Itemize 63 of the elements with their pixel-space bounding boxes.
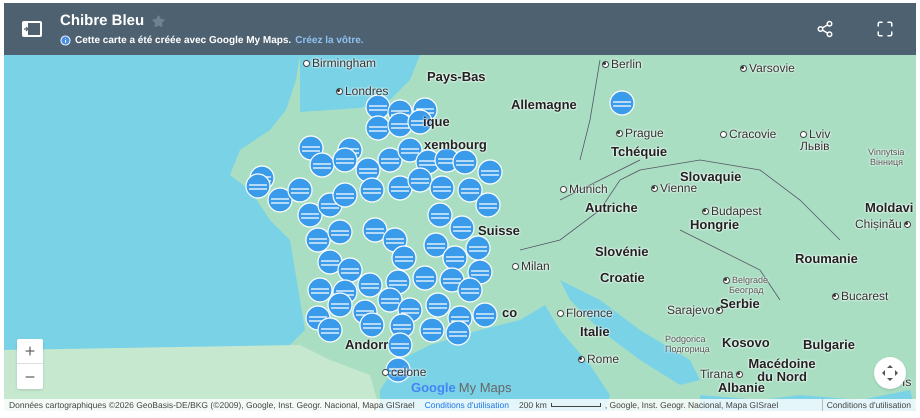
- city-label: Budapest: [711, 205, 762, 217]
- attribution-text: Données cartographiques ©2026 GeoBasis-DE/BKG (©2009), Google, Inst. Geogr. Nacional, Mapa GISrael: [9, 398, 415, 411]
- country-label: xembourg: [424, 138, 487, 151]
- city-label: Львів: [800, 140, 830, 152]
- city-label: Vienne: [660, 182, 698, 194]
- city-label: Lviv: [809, 128, 830, 140]
- create-link[interactable]: Créez la vôtre.: [295, 32, 364, 48]
- info-icon: [60, 34, 71, 46]
- attribution-text: , Google, Inst. Geogr. Nacional, Mapa GISrael: [604, 398, 778, 411]
- city-label: Београд: [729, 286, 764, 295]
- country-label: Suisse: [478, 224, 520, 237]
- city-label: Prague: [625, 127, 664, 139]
- city-label: Chișinău: [855, 218, 902, 230]
- country-label: Albanie: [718, 381, 765, 394]
- country-label: Kosovo: [722, 336, 770, 349]
- city-label: Berlin: [611, 58, 642, 70]
- country-label: Tchéquie: [611, 145, 668, 158]
- city-label: Bucarest: [841, 290, 888, 302]
- scale-label: 200 km: [518, 398, 547, 411]
- fullscreen-icon[interactable]: [876, 20, 894, 38]
- city-label: Вінниця: [870, 158, 903, 167]
- marker-icon[interactable]: [609, 90, 635, 116]
- map-title: Chibre Bleu: [60, 11, 144, 32]
- share-icon[interactable]: [816, 20, 834, 38]
- country-label: Roumanie: [795, 252, 858, 265]
- country-label: Slovaquie: [680, 170, 742, 183]
- country-label: Hongrie: [690, 218, 740, 231]
- capital-dot-icon: [716, 306, 724, 314]
- country-label: Pays-Bas: [427, 70, 486, 83]
- country-label: Croatie: [600, 271, 645, 284]
- zoom-in-button[interactable]: +: [17, 339, 43, 364]
- zoom-out-button[interactable]: −: [17, 364, 43, 389]
- terms-link[interactable]: Conditions d'utilisation: [424, 398, 509, 411]
- country-label: Andorr: [345, 338, 388, 351]
- city-label: Belgrade: [732, 276, 768, 285]
- city-label: Vinnytsia: [868, 148, 904, 157]
- city-label: Tirana: [700, 368, 734, 380]
- city-label: Londres: [345, 85, 388, 97]
- country-label: Moldavi: [865, 201, 914, 214]
- google-logo-text: Google: [411, 379, 456, 397]
- country-label: Bulgarie: [803, 338, 856, 351]
- city-label: Birmingham: [312, 57, 376, 69]
- country-label: Italie: [580, 325, 610, 338]
- city-label: Varsovie: [749, 62, 795, 74]
- city-label: Sarajevo: [667, 304, 714, 316]
- country-label: Serbie: [720, 297, 760, 310]
- country-label: Slovénie: [595, 245, 648, 258]
- city-label: Cracovie: [729, 128, 776, 140]
- scale-bar-icon: [550, 403, 601, 407]
- country-label: co: [502, 306, 518, 319]
- city-label: Подгорица: [665, 345, 710, 354]
- city-label: Florence: [566, 307, 613, 319]
- expand-arrows-icon: [881, 364, 899, 382]
- country-label: Macédoine du Nord: [748, 357, 817, 383]
- notice-text: Cette carte a été créée avec Google My Maps.: [75, 34, 292, 48]
- terms-text[interactable]: Conditions d'utilisation: [822, 398, 911, 411]
- city-label: Podgorica: [665, 335, 706, 344]
- city-label: Milan: [521, 260, 550, 272]
- sidebar-toggle-icon[interactable]: [22, 21, 42, 37]
- country-label: Allemagne: [511, 98, 577, 111]
- city-label: Rome: [587, 353, 620, 365]
- my-maps-logo-text: My Maps: [458, 379, 512, 397]
- star-icon[interactable]: [152, 15, 166, 28]
